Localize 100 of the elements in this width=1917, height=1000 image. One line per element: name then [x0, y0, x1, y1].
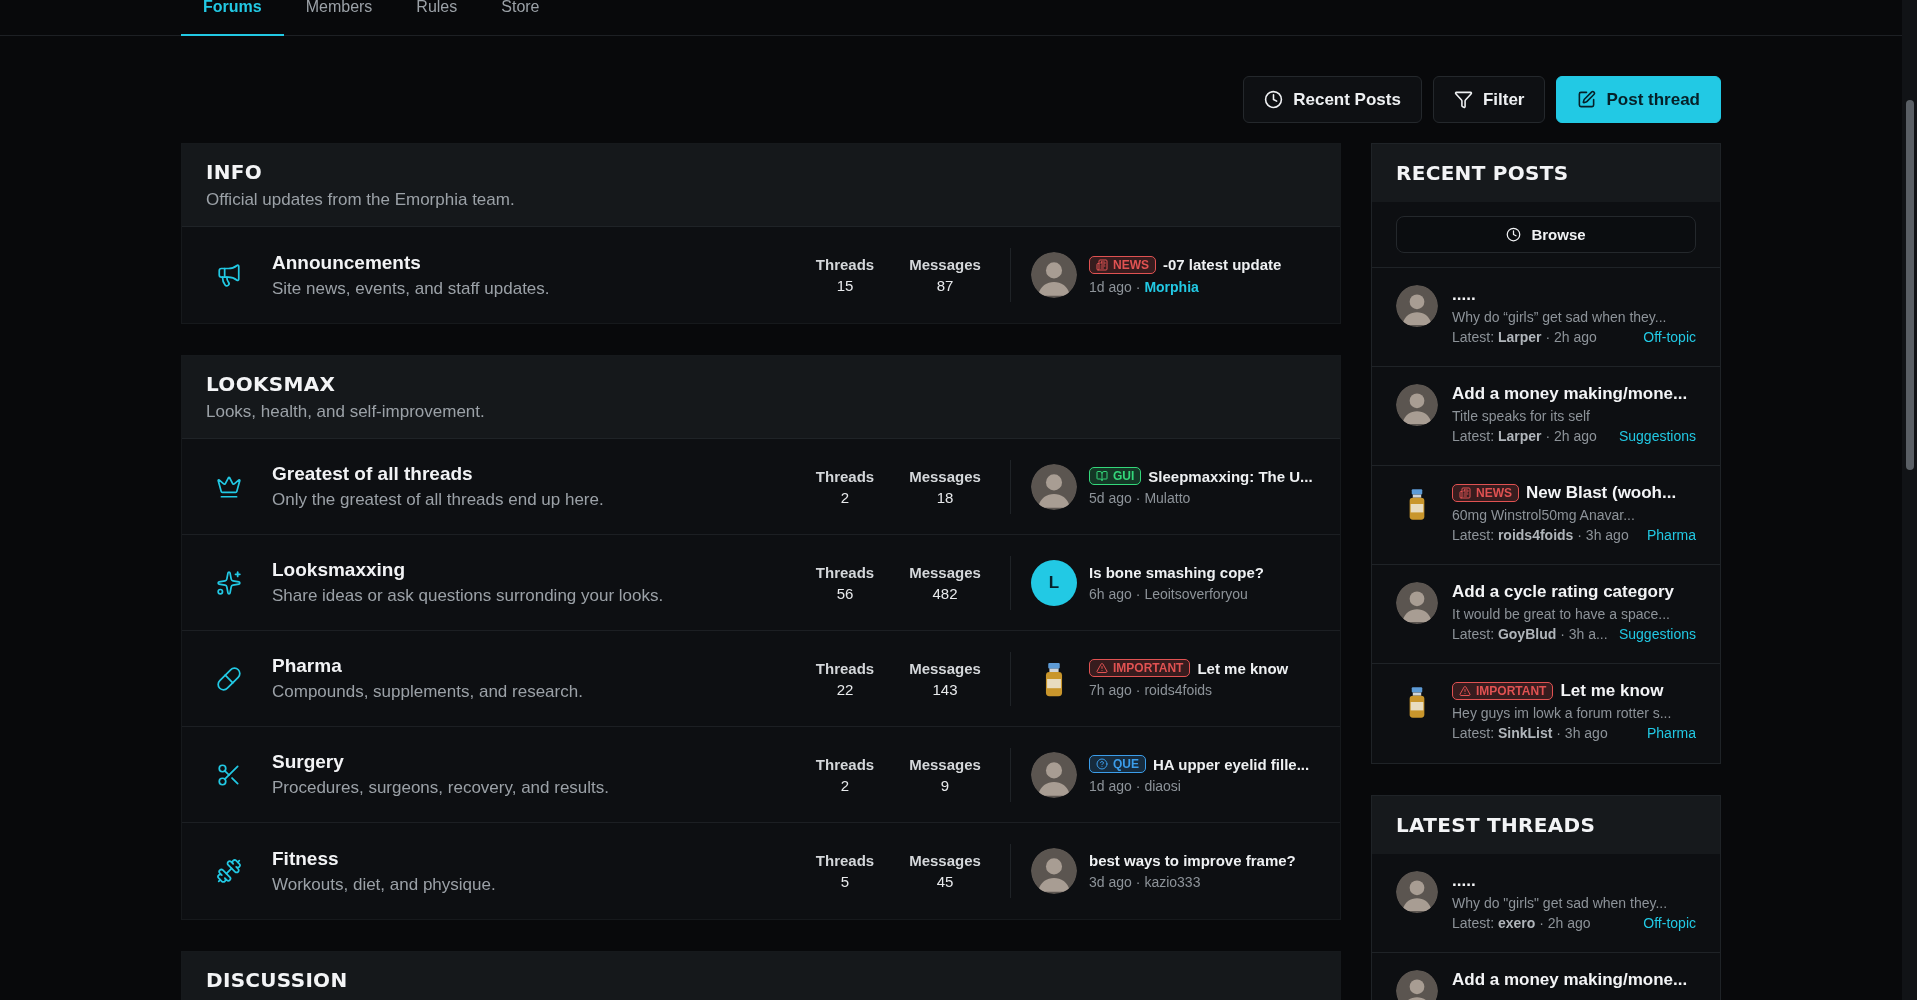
stat-value: 56: [836, 584, 854, 602]
last-post-title[interactable]: Is bone smashing cope?: [1089, 563, 1265, 581]
last-post-title[interactable]: HA upper eyelid fille...: [1153, 755, 1310, 773]
forum-name[interactable]: Surgery: [272, 751, 800, 773]
post-author[interactable]: kazio333: [1144, 874, 1201, 890]
post-author[interactable]: Morphia: [1144, 278, 1199, 295]
scrollbar-thumb[interactable]: [1906, 100, 1914, 470]
stat-value: 18: [936, 488, 954, 506]
filter-icon: [1453, 90, 1473, 109]
post-meta: Latest: GoyBlud · 3h a...: [1452, 626, 1608, 642]
forum-link[interactable]: Pharma: [1646, 725, 1696, 741]
stat-label: Threads: [815, 852, 875, 869]
avatar: [1396, 285, 1438, 327]
post-title[interactable]: .....: [1452, 871, 1476, 891]
stat-label: Messages: [909, 256, 981, 273]
post-title[interactable]: Add a cycle rating category: [1452, 582, 1675, 602]
avatar: [1396, 970, 1438, 1000]
nav-tab[interactable]: Rules: [394, 0, 480, 36]
pen-square-icon: [1577, 90, 1597, 109]
book-icon: [1096, 470, 1108, 482]
avatar: L: [1031, 559, 1077, 606]
post-excerpt: Why do "girls" get sad when they...: [1452, 895, 1669, 911]
newspaper-icon: [1459, 487, 1471, 499]
stat-value: 87: [936, 277, 954, 294]
forum-name[interactable]: Greatest of all threads: [272, 463, 800, 485]
post-meta: Latest: roids4foids · 3h ago: [1452, 527, 1629, 543]
avatar: [1396, 582, 1438, 624]
stat-value: 45: [936, 873, 954, 890]
last-post-title[interactable]: -07 latest update: [1163, 256, 1282, 273]
stat-value: 9: [940, 776, 950, 794]
post-time: 7h ago ·: [1089, 682, 1141, 698]
forum-description: Compounds, supplements, and research.: [272, 682, 584, 702]
post-excerpt: It would be great to have a space...: [1452, 606, 1671, 622]
tag: GUI: [1089, 467, 1142, 485]
action-button[interactable]: Post thread: [1556, 76, 1721, 123]
tag: IMPORTANT: [1452, 682, 1554, 700]
post-title[interactable]: Add a money making/mone...: [1452, 970, 1688, 990]
avatar: [1396, 384, 1438, 426]
post-meta: Latest: exero · 2h ago: [1452, 915, 1591, 931]
post-excerpt: 60mg Winstrol50mg Anavar...: [1452, 507, 1636, 523]
forum-name[interactable]: Looksmaxxing: [272, 559, 800, 581]
browse-button[interactable]: Browse: [1396, 216, 1696, 253]
post-author[interactable]: diaosi: [1144, 778, 1181, 794]
last-post-title[interactable]: Sleepmaxxing: The U...: [1148, 467, 1313, 485]
forum-link[interactable]: Suggestions: [1618, 428, 1696, 444]
stat-value: 5: [840, 873, 850, 890]
stat-label: Threads: [815, 256, 875, 273]
stat-value: 2: [840, 488, 850, 506]
forum-link[interactable]: Off-topic: [1643, 329, 1696, 345]
last-post-title[interactable]: best ways to improve frame?: [1089, 852, 1296, 869]
stat-label: Threads: [815, 467, 875, 485]
warning-icon: [1459, 685, 1471, 697]
forum-link[interactable]: Off-topic: [1643, 915, 1696, 931]
stat-label: Messages: [909, 659, 981, 677]
stat-label: Messages: [909, 755, 981, 773]
category-description: Looks, health, and self-improvement.: [206, 402, 486, 422]
warning-icon: [1096, 662, 1108, 674]
category-title: INFO: [206, 160, 264, 184]
stat-value: 143: [932, 680, 958, 698]
tag: IMPORTANT: [1089, 659, 1191, 677]
stat-value: 22: [836, 680, 854, 698]
category-description: Official updates from the Emorphia team.: [206, 190, 516, 210]
action-button[interactable]: Recent Posts: [1243, 76, 1422, 123]
post-author[interactable]: Leoitsoverforyou: [1144, 585, 1248, 602]
tag: NEWS: [1089, 255, 1156, 274]
avatar: [1031, 252, 1077, 298]
forum-name[interactable]: Pharma: [272, 655, 800, 677]
avatar: [1031, 848, 1077, 894]
stat-value: 482: [932, 584, 958, 602]
post-author[interactable]: roids4foids: [1144, 682, 1213, 698]
clock-icon: [1506, 227, 1522, 242]
forum-description: Only the greatest of all threads end up here.: [272, 490, 605, 510]
avatar: [1031, 751, 1077, 798]
post-excerpt: Title speaks for its self: [1452, 408, 1591, 424]
stat-label: Threads: [815, 563, 875, 581]
action-button[interactable]: Filter: [1432, 76, 1546, 123]
nav-tab[interactable]: Forums: [181, 0, 284, 36]
nav-tab[interactable]: Members: [283, 0, 395, 36]
post-time: 6h ago ·: [1089, 585, 1141, 602]
post-time: 1d ago ·: [1089, 778, 1141, 794]
forum-name[interactable]: Fitness: [272, 847, 800, 870]
post-title[interactable]: New Blast (wooh...: [1526, 483, 1677, 503]
pill-icon: [216, 665, 242, 692]
category-title: DISCUSSION: [206, 968, 349, 992]
forum-name[interactable]: Announcements: [272, 251, 800, 274]
post-meta: Latest: Larper · 2h ago: [1452, 329, 1597, 345]
post-title[interactable]: .....: [1452, 285, 1476, 305]
post-excerpt: Why do “girls” get sad when they...: [1452, 309, 1668, 325]
post-title[interactable]: Add a money making/mone...: [1452, 384, 1688, 404]
tag: QUE: [1089, 755, 1146, 773]
scrollbar[interactable]: [1902, 0, 1917, 1000]
post-title[interactable]: Let me know: [1560, 681, 1664, 701]
nav-tab[interactable]: Store: [479, 0, 562, 36]
forum-link[interactable]: Pharma: [1646, 527, 1696, 543]
newspaper-icon: [1096, 258, 1108, 271]
dumbbell-icon: [216, 858, 242, 884]
last-post-title[interactable]: Let me know: [1197, 659, 1289, 677]
post-author[interactable]: Mulatto: [1144, 490, 1191, 506]
forum-link[interactable]: Suggestions: [1618, 626, 1696, 642]
question-icon: [1096, 758, 1108, 770]
